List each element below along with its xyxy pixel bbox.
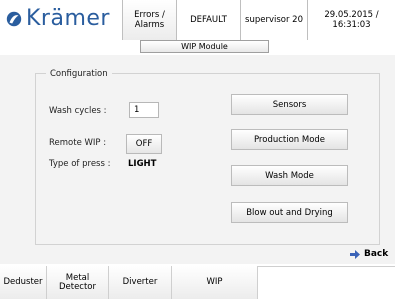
wash-mode-button[interactable]: Wash Mode bbox=[231, 165, 348, 186]
tab-deduster[interactable]: Deduster bbox=[0, 266, 47, 299]
back-button[interactable]: Back bbox=[350, 249, 388, 259]
brand-name: Krämer bbox=[26, 6, 110, 31]
errors-label-line1: Errors / bbox=[134, 10, 165, 20]
tab-metal-detector[interactable]: Metal Detector bbox=[47, 266, 109, 299]
wash-cycles-input[interactable]: 1 bbox=[129, 102, 159, 118]
module-title: WIP Module bbox=[140, 40, 269, 53]
datetime-display: 29.05.2015 / 16:31:03 bbox=[307, 0, 395, 40]
errors-label-line2: Alarms bbox=[134, 20, 165, 30]
arrow-right-icon bbox=[350, 249, 360, 259]
blow-out-drying-button[interactable]: Blow out and Drying bbox=[231, 202, 348, 223]
press-type-label: Type of press : bbox=[49, 159, 111, 169]
back-label: Back bbox=[364, 249, 389, 259]
press-type-value: LIGHT bbox=[128, 159, 157, 169]
remote-wip-label: Remote WIP : bbox=[49, 138, 107, 148]
kramer-logo-icon bbox=[6, 11, 22, 27]
tab-wip[interactable]: WIP bbox=[172, 266, 258, 299]
errors-alarms-button[interactable]: Errors / Alarms bbox=[122, 0, 176, 40]
wash-cycles-label: Wash cycles : bbox=[49, 106, 107, 116]
configuration-legend: Configuration bbox=[46, 69, 112, 79]
user-indicator: supervisor 20 bbox=[240, 0, 307, 40]
brand-logo: Krämer bbox=[5, 6, 110, 32]
mode-indicator: DEFAULT bbox=[176, 0, 240, 40]
tab-diverter[interactable]: Diverter bbox=[109, 266, 172, 299]
top-bar: Krämer Errors / Alarms DEFAULT superviso… bbox=[0, 0, 395, 40]
tab-metal-line2: Detector bbox=[58, 281, 97, 292]
remote-wip-toggle[interactable]: OFF bbox=[126, 134, 162, 154]
sensors-button[interactable]: Sensors bbox=[231, 94, 348, 115]
production-mode-button[interactable]: Production Mode bbox=[231, 129, 348, 150]
